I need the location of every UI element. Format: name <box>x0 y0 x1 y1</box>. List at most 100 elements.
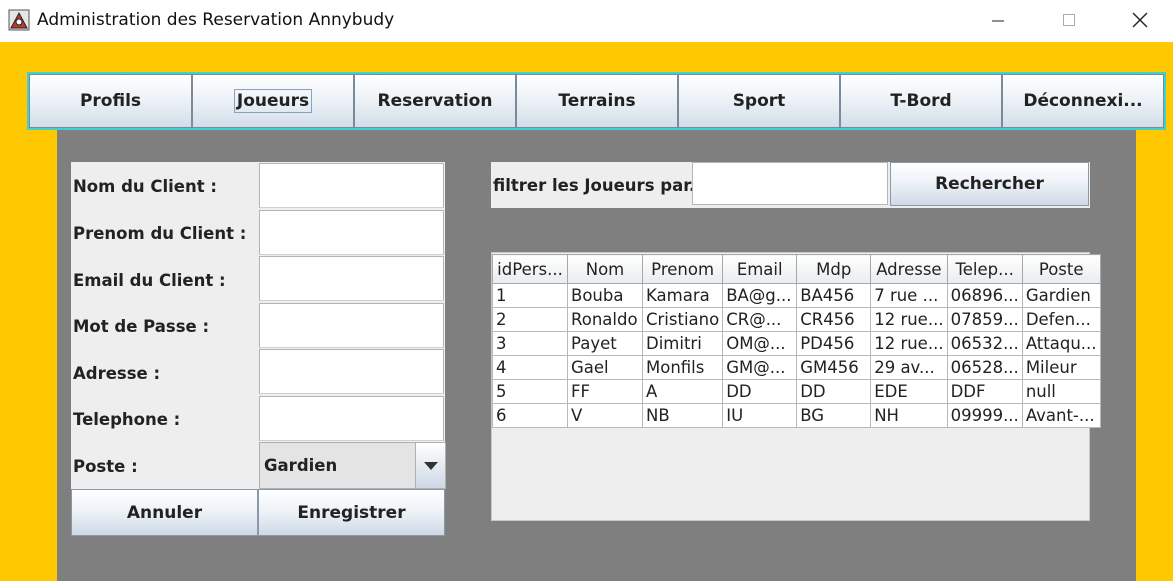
table-cell: DD <box>796 379 872 404</box>
chevron-down-icon <box>423 461 438 470</box>
table-cell: 4 <box>492 355 568 380</box>
telephone-input[interactable] <box>259 396 444 441</box>
table-cell: Monfils <box>641 355 724 380</box>
nom-label: Nom du Client : <box>73 177 217 196</box>
table-cell: IU <box>722 403 798 428</box>
table-cell: BA@g... <box>722 283 798 308</box>
table-cell: Mileur <box>1021 355 1101 380</box>
table-cell: NB <box>641 403 724 428</box>
tab-t-bord[interactable]: T-Bord <box>840 74 1002 128</box>
table-cell: Gardien <box>1021 283 1101 308</box>
table-cell: 29 av... <box>870 355 948 380</box>
table-row[interactable]: 4 Gael Monfils GM@... GM456 29 av... 06528... M… <box>492 355 1101 380</box>
tab-sport[interactable]: Sport <box>678 74 840 128</box>
table-cell: V <box>567 403 643 428</box>
title-bar: Administration des Reservation Annybudy <box>0 0 1173 42</box>
tab-terrains[interactable]: Terrains <box>516 74 678 128</box>
app-icon <box>8 9 30 31</box>
maximize-icon <box>1063 14 1075 26</box>
telephone-label: Telephone : <box>73 410 181 429</box>
close-button[interactable] <box>1117 0 1163 40</box>
email-input[interactable] <box>259 256 444 301</box>
annuler-label: Annuler <box>126 502 203 523</box>
maximize-button[interactable] <box>1046 0 1092 40</box>
table-cell: Cristiano <box>641 307 724 332</box>
filter-input[interactable] <box>692 162 888 205</box>
tab-label: T-Bord <box>890 91 952 111</box>
tab-label: Terrains <box>558 91 636 111</box>
tab-label: Profils <box>79 91 142 111</box>
tab-joueurs[interactable]: Joueurs <box>192 74 354 128</box>
table-cell: 3 <box>492 331 568 356</box>
minimize-button[interactable] <box>975 0 1021 40</box>
close-icon <box>1132 12 1148 28</box>
poste-dropdown-button[interactable] <box>415 443 445 488</box>
enregistrer-button[interactable]: Enregistrer <box>258 489 445 536</box>
table-row[interactable]: 6 V NB IU BG NH 09999... Avant-... <box>492 403 1101 428</box>
table-cell: 1 <box>492 283 568 308</box>
column-header-email[interactable]: Email <box>722 254 798 284</box>
table-cell: NH <box>870 403 948 428</box>
table-row[interactable]: 3 Payet Dimitri OM@... PD456 12 rue... 06532..… <box>492 331 1101 356</box>
table-cell: PD456 <box>796 331 872 356</box>
column-header-nom[interactable]: Nom <box>567 254 643 284</box>
adresse-input[interactable] <box>259 349 444 394</box>
tab-label: Reservation <box>377 91 493 111</box>
nom-input[interactable] <box>259 163 444 208</box>
table-cell: EDE <box>870 379 948 404</box>
mdp-input[interactable] <box>259 303 444 348</box>
table-cell: 2 <box>492 307 568 332</box>
poste-selected-value: Gardien <box>264 456 338 475</box>
table-cell: Ronaldo <box>567 307 643 332</box>
column-header-poste[interactable]: Poste <box>1021 254 1101 284</box>
table-cell: 06532... <box>946 331 1023 356</box>
table-cell: Payet <box>567 331 643 356</box>
table-cell: 12 rue... <box>870 331 948 356</box>
rechercher-button[interactable]: Rechercher <box>890 162 1089 206</box>
enregistrer-label: Enregistrer <box>297 502 406 523</box>
column-header-prenom[interactable]: Prenom <box>641 254 724 284</box>
tab-label: Joueurs <box>233 89 313 113</box>
table-row[interactable]: 5 FF A DD DD EDE DDF null <box>492 379 1101 404</box>
table-cell: 5 <box>492 379 568 404</box>
tab-profils[interactable]: Profils <box>29 74 192 128</box>
table-cell: Kamara <box>641 283 724 308</box>
table-cell: OM@... <box>722 331 798 356</box>
table-cell: Defen... <box>1021 307 1101 332</box>
tab-label: Sport <box>732 91 786 111</box>
table-cell: 07859... <box>946 307 1023 332</box>
table-cell: Bouba <box>567 283 643 308</box>
column-header-mdp[interactable]: Mdp <box>796 254 872 284</box>
table-cell: Dimitri <box>641 331 724 356</box>
table-row[interactable]: 2 Ronaldo Cristiano CR@... CR456 12 rue... 078… <box>492 307 1101 332</box>
prenom-input[interactable] <box>259 210 444 255</box>
tab-reservation[interactable]: Reservation <box>354 74 516 128</box>
table-cell: Attaqu... <box>1021 331 1101 356</box>
tab-deconnexion[interactable]: Déconnexi... <box>1002 74 1164 128</box>
table-cell: 06896... <box>946 283 1023 308</box>
table-cell: GM456 <box>796 355 872 380</box>
column-header-idpersonne[interactable]: idPers... <box>492 254 568 284</box>
window-title: Administration des Reservation Annybudy <box>37 10 395 30</box>
table-cell: Gael <box>567 355 643 380</box>
table-cell: DDF <box>946 379 1023 404</box>
table-cell: null <box>1021 379 1101 404</box>
minimize-icon <box>992 20 1004 22</box>
table-cell: Avant-... <box>1021 403 1101 428</box>
poste-label: Poste : <box>73 457 138 476</box>
table-cell: BG <box>796 403 872 428</box>
column-header-telephone[interactable]: Telep... <box>946 254 1023 284</box>
annuler-button[interactable]: Annuler <box>71 489 258 536</box>
rechercher-label: Rechercher <box>935 174 1044 194</box>
table-cell: GM@... <box>722 355 798 380</box>
table-cell: FF <box>567 379 643 404</box>
column-header-adresse[interactable]: Adresse <box>870 254 948 284</box>
adresse-label: Adresse : <box>73 364 161 383</box>
email-label: Email du Client : <box>73 271 226 290</box>
players-table: idPers... Nom Prenom Email Mdp Adresse T… <box>492 254 1101 428</box>
tab-bar: Profils Joueurs Reservation Terrains Spo… <box>27 72 1166 130</box>
table-row[interactable]: 1 Bouba Kamara BA@g... BA456 7 rue ... 06896..… <box>492 283 1101 308</box>
table-cell: CR456 <box>796 307 872 332</box>
table-header-row: idPers... Nom Prenom Email Mdp Adresse T… <box>492 254 1101 284</box>
prenom-label: Prenom du Client : <box>73 224 247 243</box>
